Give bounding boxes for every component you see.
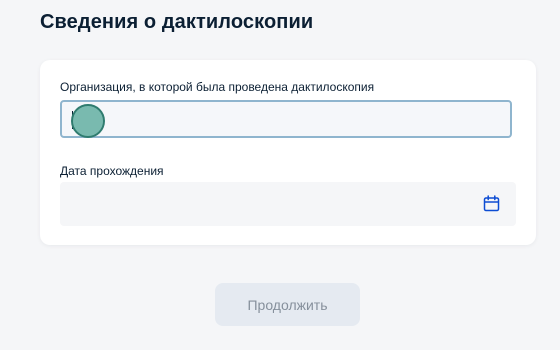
organization-label: Организация, в которой была проведена да… xyxy=(60,80,375,94)
organization-input[interactable] xyxy=(60,100,512,138)
page-title: Сведения о дактилоскопии xyxy=(40,11,314,33)
continue-button[interactable]: Продолжить xyxy=(215,283,360,326)
date-input[interactable] xyxy=(60,182,480,226)
calendar-icon[interactable] xyxy=(483,195,500,212)
date-label: Дата прохождения xyxy=(60,164,164,178)
touch-indicator xyxy=(71,104,105,138)
date-field[interactable] xyxy=(60,182,516,226)
fingerprint-form-card: Организация, в которой была проведена да… xyxy=(40,60,536,245)
